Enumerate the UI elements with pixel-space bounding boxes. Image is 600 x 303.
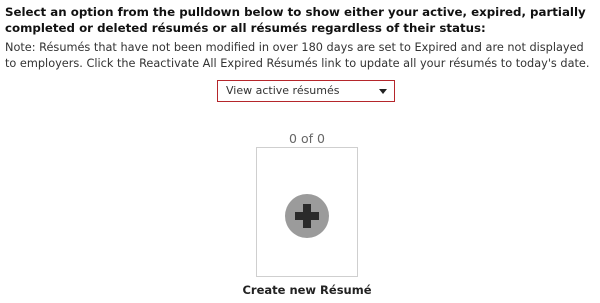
resume-status-select[interactable]: View active résumés <box>217 80 395 102</box>
resume-count: 0 of 0 <box>289 131 325 146</box>
instructions-text: Select an option from the pulldown below… <box>5 5 586 35</box>
create-resume-label[interactable]: Create new Résumé <box>236 283 378 297</box>
select-value: View active résumés <box>226 84 340 97</box>
plus-vertical-bar <box>303 204 311 228</box>
create-resume-card[interactable] <box>256 147 358 277</box>
caret-down-icon <box>379 89 387 94</box>
expiry-note: Note: Résumés that have not been modifie… <box>5 41 590 70</box>
plus-circle-icon[interactable] <box>285 194 329 238</box>
